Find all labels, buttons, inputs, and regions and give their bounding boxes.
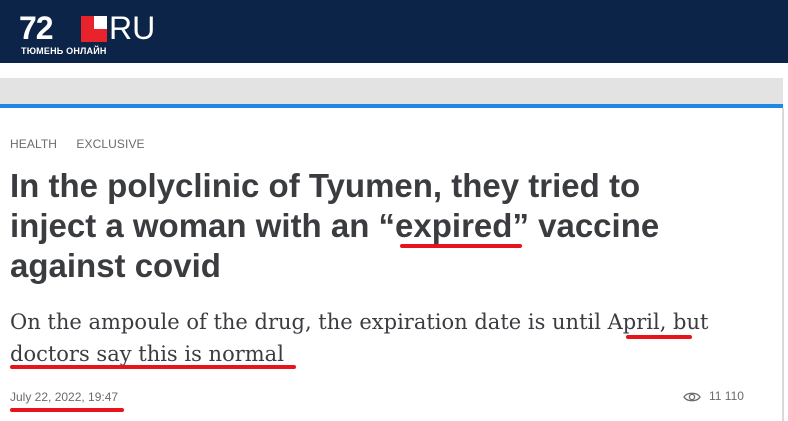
view-count: 11 110: [683, 389, 744, 403]
annotation-underline-expired: [400, 244, 522, 248]
logo-number: 72: [19, 10, 54, 46]
article-card-border: [782, 108, 784, 421]
publish-date: July 22, 2022, 19:47: [10, 390, 119, 404]
logo-suffix: RU: [109, 10, 156, 46]
navigation-bar: [0, 78, 783, 104]
logo-tagline: ТЮМЕНЬ ОНЛАЙН: [21, 46, 107, 56]
article-tags: HEALTH EXCLUSIVE: [10, 137, 161, 151]
site-header: 72 RU ТЮМЕНЬ ОНЛАЙН: [0, 0, 788, 63]
accent-divider: [0, 104, 783, 108]
annotation-underline-april: [626, 335, 692, 339]
logo-mark-icon: [81, 16, 107, 42]
logo-wordmark: 72: [19, 10, 54, 46]
tag-health[interactable]: HEALTH: [10, 137, 57, 151]
annotation-underline-date: [10, 408, 124, 412]
article-title: In the polyclinic of Tyumen, they tried …: [10, 167, 660, 284]
eye-icon: [683, 392, 701, 402]
annotation-underline-doctors: [10, 365, 296, 369]
tag-exclusive[interactable]: EXCLUSIVE: [76, 137, 144, 151]
view-count-value: 11 110: [709, 389, 744, 403]
